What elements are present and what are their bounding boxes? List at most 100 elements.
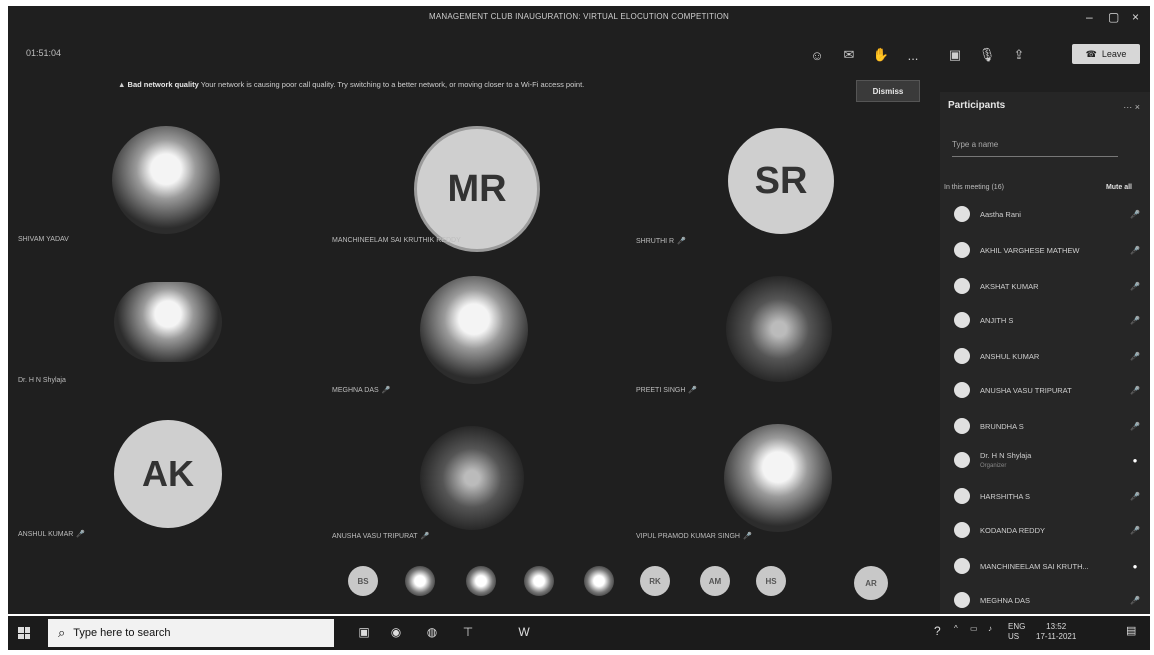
warning-message: Your network is causing poor call qualit…	[200, 80, 585, 89]
network-icon[interactable]: ▭	[970, 624, 978, 633]
mic-on-icon: ●	[1132, 561, 1138, 571]
participant-name: ANSHUL KUMAR	[980, 351, 1040, 361]
panel-title: Participants	[948, 100, 1006, 111]
participant-row[interactable]: ANSHUL KUMAR 🎤	[954, 346, 1140, 366]
meeting-timer: 01:51:04	[26, 48, 62, 58]
dismiss-button[interactable]: Dismiss	[856, 80, 920, 102]
warning-icon: ▲	[118, 80, 126, 89]
strip-avatar-7[interactable]: AM	[700, 566, 730, 596]
taskbar-search-box[interactable]: ⌕ Type here to search	[48, 619, 334, 647]
task-view-icon[interactable]: ▣	[356, 625, 372, 641]
participant-row[interactable]: BRUNDHA S 🎤	[954, 416, 1140, 436]
phone-icon: ☎	[1085, 48, 1097, 59]
mute-all-button[interactable]: Mute all	[1106, 184, 1132, 191]
mic-off-icon: 🎤	[1130, 491, 1140, 501]
participant-name: HARSHITHA S	[980, 491, 1031, 501]
strip-avatar-2[interactable]	[405, 566, 435, 596]
participant-name: AKSHAT KUMAR	[980, 281, 1039, 291]
participants-icon[interactable]: ☺	[808, 48, 826, 63]
share-screen-icon[interactable]: ⇪	[1010, 47, 1028, 63]
firefox-icon[interactable]: ◉	[388, 625, 404, 641]
participant-row[interactable]: AKHIL VARGHESE MATHEW 🎤	[954, 240, 1140, 260]
strip-avatar-8[interactable]: HS	[756, 566, 786, 596]
notifications-icon[interactable]: ▤	[1126, 624, 1136, 637]
raise-hand-icon[interactable]: ✋	[872, 47, 890, 63]
teams-icon[interactable]: ⊤	[460, 625, 476, 641]
participant-row[interactable]: MEGHNA DAS 🎤	[954, 590, 1140, 610]
participant-avatar-2: MR	[414, 126, 540, 252]
windows-start-icon[interactable]	[18, 627, 30, 639]
panel-close-icon[interactable]: ··· ×	[1123, 102, 1140, 112]
participant-row[interactable]: Aastha Rani 🎤	[954, 204, 1140, 224]
clock[interactable]: 13:52 17-11-2021	[1036, 622, 1076, 642]
chat-icon[interactable]: ✉	[840, 47, 858, 63]
avatar	[954, 418, 970, 434]
tile-name-8: ANUSHA VASU TRIPURAT 🎤	[332, 533, 430, 540]
strip-avatar-1[interactable]: BS	[348, 566, 378, 596]
avatar	[954, 278, 970, 294]
strip-avatar-3[interactable]	[466, 566, 496, 596]
participant-video-8	[420, 426, 524, 530]
window-title: MANAGEMENT CLUB INAUGURATION: VIRTUAL EL…	[429, 12, 729, 21]
close-icon[interactable]: ×	[1132, 10, 1139, 24]
leave-label: Leave	[1101, 49, 1127, 59]
muted-mic-icon: 🎤	[76, 531, 86, 538]
participant-search-input[interactable]: Type a name	[952, 140, 1118, 157]
muted-mic-icon: 🎤	[381, 387, 391, 394]
screen: MANAGEMENT CLUB INAUGURATION: VIRTUAL EL…	[0, 0, 1154, 655]
mic-off-icon: 🎤	[1130, 281, 1140, 291]
tile-name-6: PREETI SINGH 🎤	[636, 387, 698, 394]
participant-row[interactable]: ANUSHA VASU TRIPURAT 🎤	[954, 380, 1140, 400]
tile-name-7: ANSHUL KUMAR 🎤	[18, 531, 86, 538]
participant-avatar-7: AK	[114, 420, 222, 528]
muted-mic-icon: 🎤	[677, 238, 686, 245]
language-indicator[interactable]: ENG US	[1008, 622, 1025, 642]
avatar	[954, 348, 970, 364]
maximize-icon[interactable]: ▢	[1108, 10, 1119, 24]
camera-off-icon[interactable]: ▣	[946, 47, 964, 63]
strip-avatar-6[interactable]: RK	[640, 566, 670, 596]
word-icon[interactable]: W	[516, 625, 532, 641]
participant-name: MANCHINEELAM SAI KRUTH...	[980, 561, 1089, 571]
tile-name-9: VIPUL PRAMOD KUMAR SINGH 🎤	[636, 533, 752, 540]
participant-row[interactable]: HARSHITHA S 🎤	[954, 486, 1140, 506]
mic-off-icon: 🎤	[1130, 351, 1140, 361]
leave-button[interactable]: ☎ Leave	[1072, 44, 1140, 64]
avatar	[954, 522, 970, 538]
participant-row[interactable]: MANCHINEELAM SAI KRUTH... ●	[954, 556, 1140, 576]
tile-name-4: Dr. H N Shylaja	[18, 377, 66, 384]
strip-avatar-9[interactable]: AR	[854, 566, 888, 600]
mic-off-icon: 🎤	[1130, 421, 1140, 431]
mic-off-icon: 🎤	[1130, 595, 1140, 605]
muted-mic-icon: 🎤	[420, 533, 430, 540]
participant-video-1	[112, 126, 220, 234]
strip-avatar-5[interactable]	[584, 566, 614, 596]
participant-avatar-3: SR	[728, 128, 834, 234]
mic-off-icon: 🎤	[1130, 315, 1140, 325]
help-icon[interactable]: ?	[934, 624, 941, 638]
participant-video-9	[724, 424, 832, 532]
participant-video-5	[420, 276, 528, 384]
participant-row[interactable]: KODANDA REDDY 🎤	[954, 520, 1140, 540]
participant-video-4	[114, 282, 222, 362]
search-icon: ⌕	[58, 625, 66, 640]
participant-row[interactable]: AKSHAT KUMAR 🎤	[954, 276, 1140, 296]
participant-name: ANJITH S	[980, 315, 1014, 325]
volume-icon[interactable]: ♪	[988, 624, 992, 633]
minimize-icon[interactable]: –	[1086, 10, 1093, 24]
mic-off-icon: 🎤	[1130, 245, 1140, 255]
chrome-icon[interactable]: ◍	[424, 625, 440, 641]
teams-meeting-window: MANAGEMENT CLUB INAUGURATION: VIRTUAL EL…	[8, 6, 1150, 614]
tray-chevron-icon[interactable]: ^	[954, 624, 958, 633]
network-warning-banner: ▲ Bad network quality Your network is ca…	[118, 80, 584, 89]
participant-row[interactable]: ANJITH S 🎤	[954, 310, 1140, 330]
participants-panel: Participants ··· × Type a name In this m…	[940, 92, 1150, 614]
in-meeting-label: In this meeting (16)	[944, 184, 1004, 191]
tile-name-2: MANCHINEELAM SAI KRUTHIK REDDY	[332, 237, 461, 244]
strip-avatar-4[interactable]	[524, 566, 554, 596]
warning-heading: Bad network quality	[127, 80, 199, 89]
participant-row[interactable]: Dr. H N Shylaja Organizer ●	[954, 446, 1140, 474]
mic-off-icon: 🎤	[1130, 385, 1140, 395]
more-actions-button[interactable]: ...	[904, 48, 922, 63]
mic-icon[interactable]: 🎙	[978, 47, 996, 63]
